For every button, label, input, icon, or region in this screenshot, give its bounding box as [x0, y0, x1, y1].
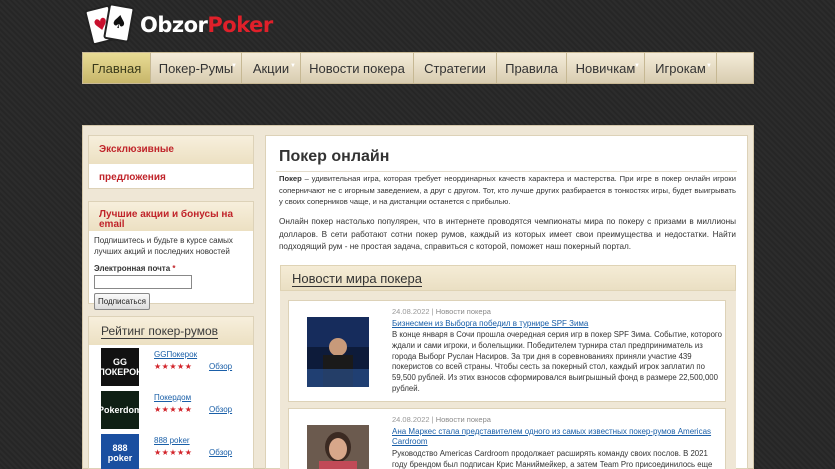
news-meta: 24.08.2022 | Новости покера [392, 307, 491, 316]
rating-stars-icon: ★★★★★ [154, 448, 193, 457]
room-review-link[interactable]: Обзор [209, 362, 232, 371]
logo-text-main: Obzor [140, 13, 208, 37]
email-label-text: Электронная почта [94, 264, 171, 273]
intro-bold: Покер [279, 174, 302, 183]
exclusive-offers-box: Эксклюзивные предложения [88, 135, 254, 189]
room-logo[interactable]: Pokerdom [98, 391, 143, 429]
email-field[interactable] [94, 275, 192, 289]
room-item: GG ПОКЕРОК GGПокерок ★★★★★ Обзор [98, 348, 251, 386]
room-item: 888 poker 888 poker ★★★★★ Обзор [101, 434, 251, 469]
room-review-link[interactable]: Обзор [209, 405, 232, 414]
newsletter-description: Подпишитесь и будьте в курсе самых лучши… [94, 236, 233, 256]
required-marker: * [172, 264, 176, 273]
news-category-link[interactable]: Новости покера [436, 307, 491, 316]
newsletter-box: Лучшие акции и бонусы на email Подпишите… [88, 201, 254, 310]
news-item: 24.08.2022 | Новости покера Ана Маркес с… [288, 408, 726, 469]
nav-item-poker-rooms[interactable]: Покер-Румы ▼ [151, 53, 242, 83]
nav-label: Акции [252, 60, 290, 76]
intro-paragraph-2: Онлайн покер настолько популярен, что в … [279, 217, 736, 251]
room-name-link[interactable]: GGПокерок [154, 350, 197, 359]
nav-label: Новости покера [309, 60, 405, 76]
room-logo-text: 888 poker [107, 443, 133, 463]
email-label: Электронная почта * [94, 263, 248, 274]
submenu-arrow-icon: ▼ [231, 63, 237, 69]
main-nav: Главная Покер-Румы ▼ Акции ▼ Новости покер… [82, 52, 754, 84]
nav-item-beginners[interactable]: Новичкам ▼ [567, 53, 645, 83]
room-name-link[interactable]: Покердом [154, 393, 191, 402]
nav-label: Главная [91, 60, 142, 76]
page-title: Покер онлайн [279, 148, 390, 165]
nav-label: Игрокам [655, 60, 706, 76]
logo-text-accent: Poker [207, 13, 273, 37]
rating-stars-icon: ★★★★★ [154, 405, 193, 414]
main-content: Покер онлайн Покер – удивительная игра, … [265, 135, 748, 469]
subscribe-button[interactable]: Подписаться [94, 292, 150, 310]
nav-label: Стратегии [424, 60, 486, 76]
news-excerpt: В конце января в Сочи прошла очередная с… [392, 330, 722, 393]
meta-separator: | [431, 307, 434, 316]
rating-stars-icon: ★★★★★ [154, 362, 193, 371]
rating-title[interactable]: Рейтинг покер-румов [89, 317, 253, 345]
newsletter-title: Лучшие акции и бонусы на email [89, 202, 253, 231]
room-review-link[interactable]: Обзор [209, 448, 232, 457]
news-item: 24.08.2022 | Новости покера Бизнесмен из… [288, 300, 726, 402]
news-meta: 24.08.2022 | Новости покера [392, 415, 491, 424]
news-section-title[interactable]: Новости мира покера [280, 265, 736, 291]
nav-item-home[interactable]: Главная [83, 53, 151, 83]
news-headline-link[interactable]: Ана Маркес стала представителем одного и… [392, 427, 712, 447]
news-list: 24.08.2022 | Новости покера Бизнесмен из… [280, 291, 736, 469]
site-logo[interactable]: ♥ ♠ ObzorPoker [84, 3, 273, 47]
submenu-arrow-icon: ▼ [290, 63, 296, 69]
room-logo-text: Pokerdom [98, 405, 143, 415]
submenu-arrow-icon: ▼ [634, 63, 640, 69]
room-logo[interactable]: GG ПОКЕРОК [98, 348, 142, 386]
nav-item-promotions[interactable]: Акции ▼ [242, 53, 301, 83]
room-logo[interactable]: 888 poker [101, 434, 139, 469]
nav-item-rules[interactable]: Правила [497, 53, 567, 83]
room-name-link[interactable]: 888 poker [154, 436, 190, 445]
submenu-arrow-icon: ▼ [706, 63, 712, 69]
nav-item-strategies[interactable]: Стратегии [414, 53, 497, 83]
nav-item-players[interactable]: Игрокам ▼ [645, 53, 717, 83]
news-image[interactable] [307, 425, 369, 469]
news-date: 24.08.2022 [392, 415, 430, 424]
news-date: 24.08.2022 [392, 307, 430, 316]
poker-room-rating-box: Рейтинг покер-румов GG ПОКЕРОК GGПокерок… [88, 316, 254, 469]
news-image[interactable] [307, 317, 369, 387]
news-excerpt: Руководство Americas Cardroom продолжает… [392, 449, 713, 469]
news-category-link[interactable]: Новости покера [436, 415, 491, 424]
nav-label: Новичкам [575, 60, 636, 76]
news-headline-link[interactable]: Бизнесмен из Выборга победил в турнире S… [392, 319, 712, 329]
intro-paragraph: Покер – удивительная игра, которая требу… [279, 173, 736, 208]
nav-label: Покер-Румы [158, 60, 234, 76]
room-item: Pokerdom Покердом ★★★★★ Обзор [98, 391, 251, 429]
exclusive-offers-title: Эксклюзивные предложения [89, 136, 253, 183]
intro-text: – удивительная игра, которая требует нео… [279, 174, 736, 206]
nav-item-poker-news[interactable]: Новости покера [301, 53, 414, 83]
cards-logo-icon: ♥ ♠ [84, 3, 136, 47]
room-logo-text: GG ПОКЕРОК [98, 357, 142, 377]
nav-label: Правила [505, 60, 558, 76]
divider [276, 171, 737, 172]
meta-separator: | [431, 415, 434, 424]
